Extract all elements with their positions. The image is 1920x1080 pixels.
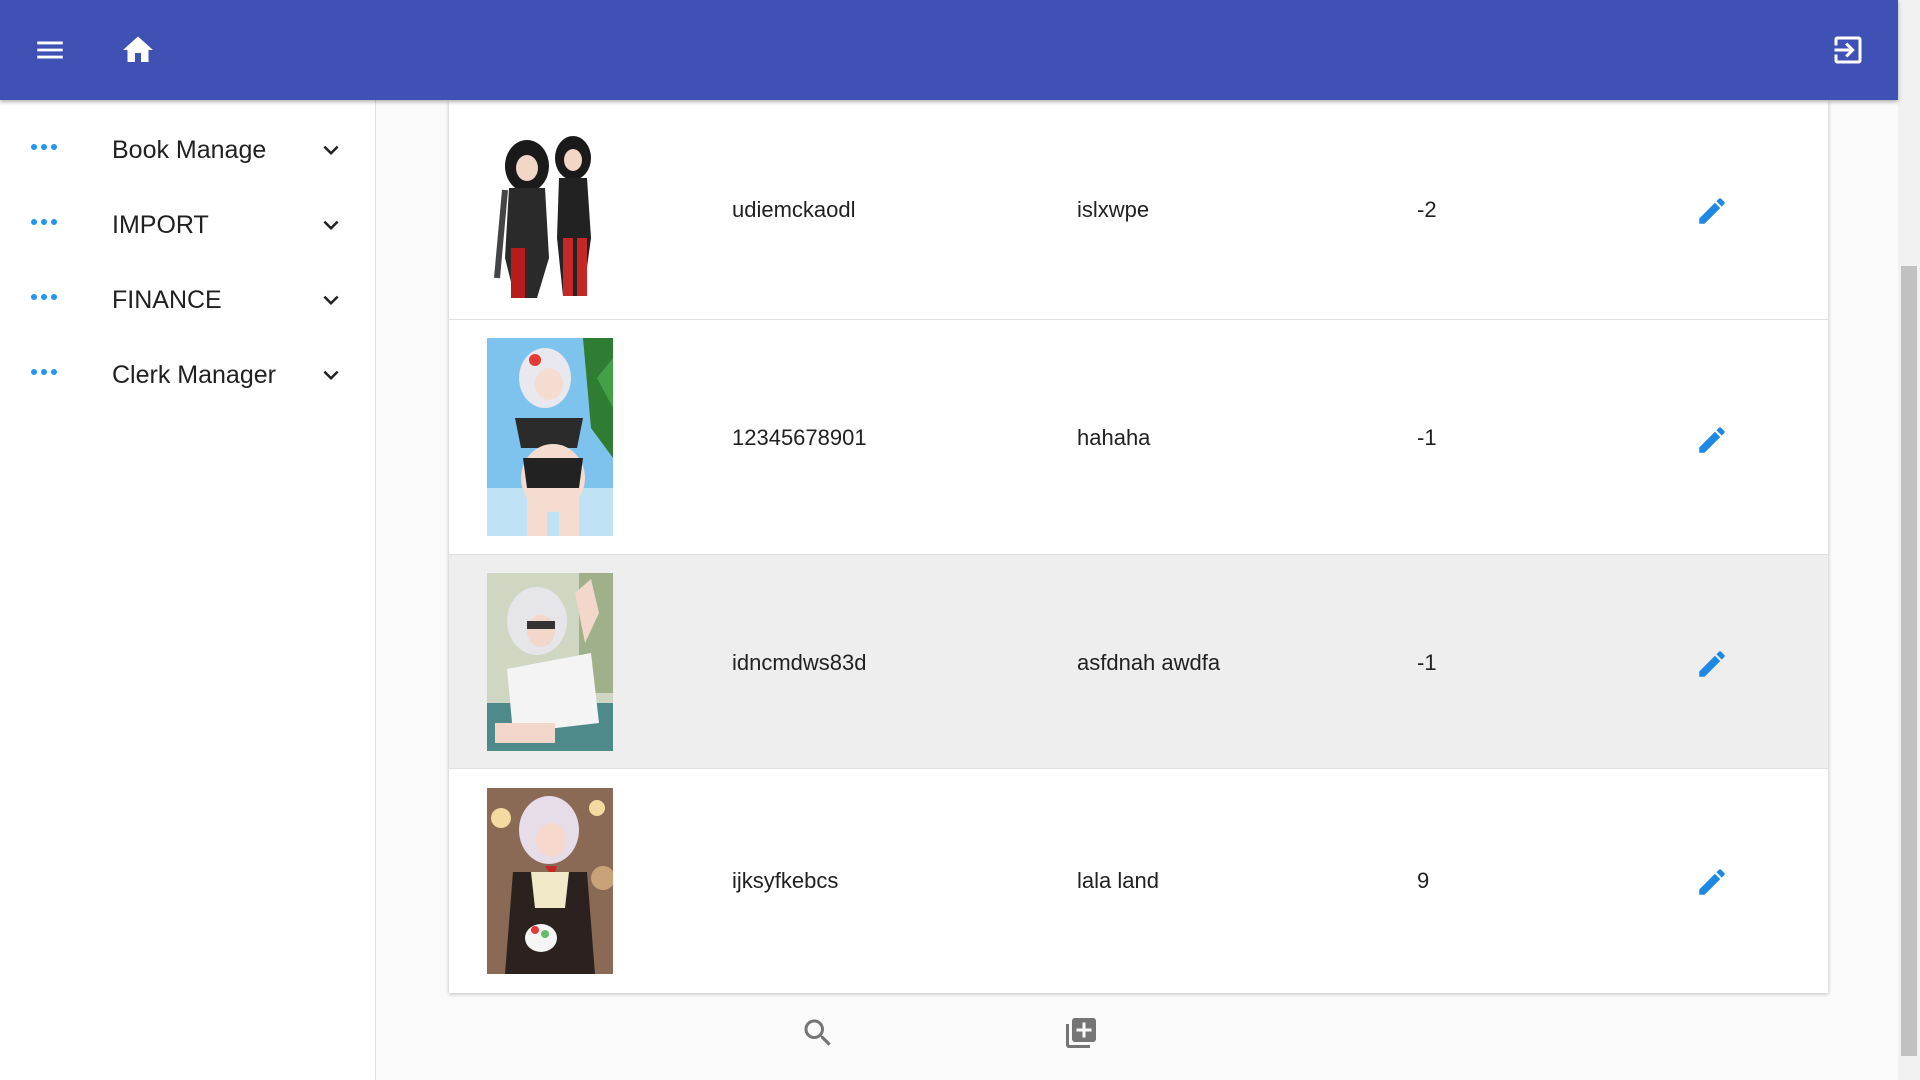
- book-cover-image: [487, 573, 613, 751]
- library-add-icon: [1066, 1018, 1096, 1048]
- home-button[interactable]: [114, 26, 162, 74]
- book-id: 12345678901: [732, 425, 867, 450]
- more-horiz-icon: [31, 369, 57, 375]
- book-id: ijksyfkebcs: [732, 868, 839, 893]
- table-row[interactable]: idncmdws83d asfdnah awdfa -1: [449, 555, 1828, 769]
- scrollbar[interactable]: [1898, 0, 1920, 1080]
- book-table: udiemckaodl islxwpe -2 12345678901 hahah…: [449, 100, 1828, 993]
- sidebar-item-import[interactable]: IMPORT: [0, 188, 376, 263]
- more-horiz-icon: [31, 219, 57, 225]
- logout-button[interactable]: [1824, 26, 1872, 74]
- search-icon: [804, 1019, 831, 1046]
- search-button[interactable]: [796, 1011, 840, 1055]
- logout-icon: [1834, 36, 1862, 64]
- chevron-down-icon: [323, 145, 339, 155]
- sidebar: Book Manage IMPORT FINANCE Clerk Manager: [0, 100, 376, 1080]
- edit-icon: [1699, 427, 1725, 453]
- book-stock: -1: [1417, 425, 1437, 450]
- edit-icon: [1699, 198, 1725, 224]
- sidebar-item-label: Clerk Manager: [112, 361, 276, 389]
- sidebar-item-label: FINANCE: [112, 286, 222, 314]
- table-row[interactable]: udiemckaodl islxwpe -2: [449, 100, 1828, 320]
- book-name: lala land: [1077, 868, 1159, 893]
- sidebar-item-clerk-manager[interactable]: Clerk Manager: [0, 338, 376, 413]
- more-horiz-icon: [31, 294, 57, 300]
- edit-button[interactable]: [1692, 191, 1732, 231]
- table-row[interactable]: 12345678901 hahaha -1: [449, 320, 1828, 555]
- scrollbar-thumb[interactable]: [1901, 266, 1917, 1056]
- sidebar-item-label: IMPORT: [112, 211, 209, 239]
- sidebar-item-book-manage[interactable]: Book Manage: [0, 113, 376, 188]
- menu-icon: [37, 41, 63, 59]
- book-cover-image: [487, 338, 613, 536]
- chevron-down-icon: [323, 370, 339, 380]
- edit-button[interactable]: [1692, 420, 1732, 460]
- app-bar: [0, 0, 1898, 100]
- chevron-down-icon: [323, 295, 339, 305]
- edit-button[interactable]: [1692, 644, 1732, 684]
- more-horiz-icon: [31, 144, 57, 150]
- book-stock: -2: [1417, 197, 1437, 222]
- book-id: udiemckaodl: [732, 197, 856, 222]
- table-row[interactable]: ijksyfkebcs lala land 9: [449, 769, 1828, 993]
- add-book-button[interactable]: [1059, 1011, 1103, 1055]
- edit-button[interactable]: [1692, 862, 1732, 902]
- main-content: udiemckaodl islxwpe -2 12345678901 hahah…: [376, 100, 1898, 1080]
- book-stock: -1: [1417, 650, 1437, 675]
- book-stock: 9: [1417, 868, 1430, 893]
- book-name: islxwpe: [1077, 197, 1150, 222]
- chevron-down-icon: [323, 220, 339, 230]
- book-name: hahaha: [1077, 425, 1151, 450]
- sidebar-item-finance[interactable]: FINANCE: [0, 263, 376, 338]
- book-name: asfdnah awdfa: [1077, 650, 1221, 675]
- home-icon: [123, 36, 153, 62]
- book-id: idncmdws83d: [732, 650, 867, 675]
- edit-icon: [1699, 869, 1725, 895]
- book-cover-image: [487, 128, 613, 300]
- sidebar-item-label: Book Manage: [112, 136, 267, 164]
- book-cover-image: [487, 788, 613, 974]
- menu-button[interactable]: [26, 26, 74, 74]
- edit-icon: [1699, 651, 1725, 677]
